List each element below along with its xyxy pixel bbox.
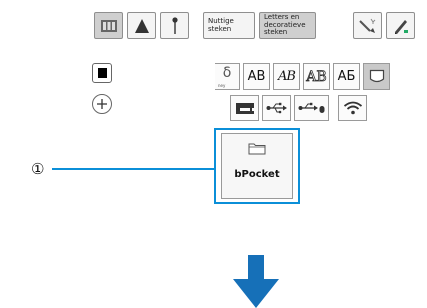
font-tab-3[interactable]: AB: [303, 63, 330, 90]
drawing-button[interactable]: [386, 12, 415, 39]
letters-decorative-button[interactable]: Letters en decoratieve steken: [259, 12, 316, 39]
font-tab-4[interactable]: AБ: [333, 63, 360, 90]
add-button[interactable]: [92, 94, 112, 114]
font-tab-2[interactable]: AB: [273, 63, 300, 90]
usb-icon: [266, 102, 287, 114]
presser-foot-icon: [134, 18, 149, 33]
callout-line: [52, 168, 214, 170]
pocket-icon: [369, 69, 384, 83]
category-tab-1[interactable]: δ ney: [215, 63, 240, 90]
drawing-icon: [394, 19, 408, 34]
folder-icon: [248, 143, 266, 155]
needle-button[interactable]: [160, 12, 189, 39]
folder-label: bPocket: [234, 169, 280, 180]
useful-stitches-button[interactable]: Nuttige steken: [203, 12, 255, 39]
embroidery-mode-button[interactable]: [94, 12, 123, 39]
font-tab-4-label: AБ: [337, 69, 356, 84]
sewing-machine-icon: [235, 103, 254, 114]
category-tab-label: ney: [218, 83, 226, 88]
wifi-button[interactable]: [338, 95, 367, 121]
edit-button[interactable]: [353, 12, 382, 39]
pocket-tab[interactable]: [363, 63, 390, 90]
font-tab-2-label: AB: [278, 69, 296, 84]
embroidery-frame-icon: [100, 19, 117, 32]
font-tab-1[interactable]: AB: [243, 63, 270, 90]
usb-device-button[interactable]: [294, 95, 329, 121]
usb-button[interactable]: [262, 95, 291, 121]
edit-wand-icon: [358, 18, 375, 33]
usb-device-icon: [298, 102, 324, 113]
folder-bpocket[interactable]: bPocket: [221, 133, 293, 199]
category-tab-icon: δ: [222, 64, 232, 81]
machine-memory-button[interactable]: [230, 95, 259, 121]
font-tab-1-label: AB: [247, 69, 266, 84]
wifi-icon: [343, 101, 362, 115]
needle-icon: [171, 16, 178, 34]
color-swatch-button[interactable]: [92, 63, 112, 83]
useful-stitches-label: Nuttige steken: [208, 17, 234, 33]
plus-icon: [97, 99, 107, 109]
stitch-mode-button[interactable]: [127, 12, 156, 39]
callout-number: ①: [31, 160, 45, 178]
arrow-down-icon: [233, 255, 279, 308]
font-tab-3-label: AB: [306, 68, 327, 85]
black-square-icon: [97, 68, 107, 78]
letters-decorative-label: Letters en decoratieve steken: [264, 13, 306, 37]
